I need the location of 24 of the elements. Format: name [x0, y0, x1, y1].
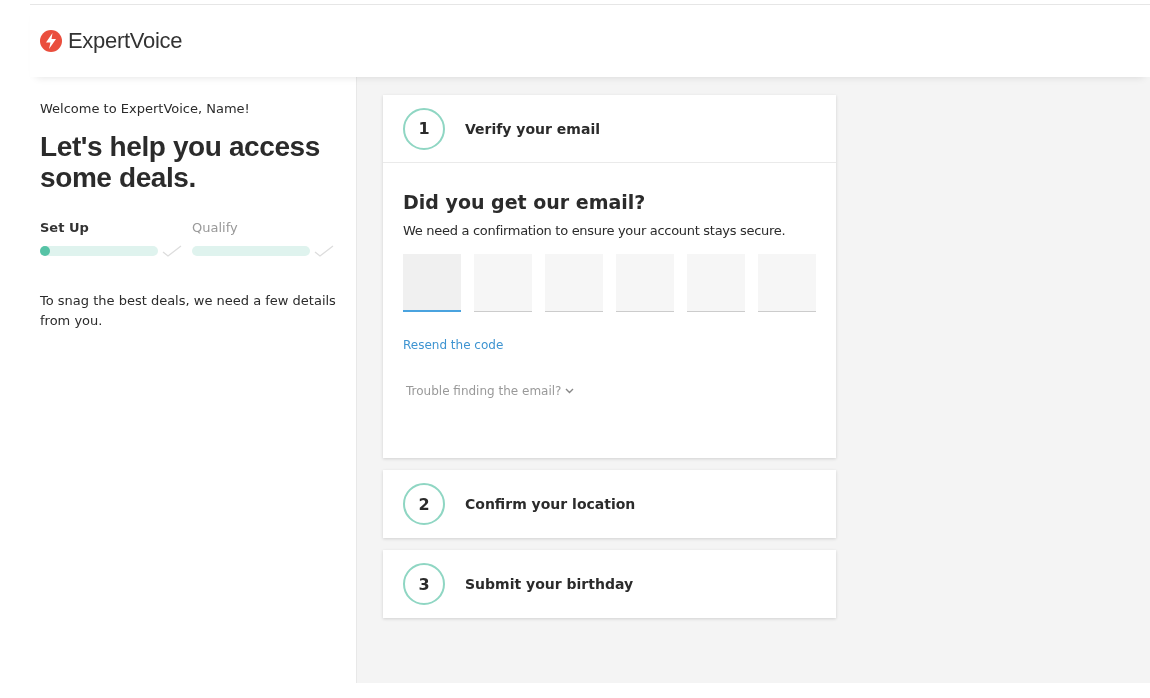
code-input[interactable]: [758, 254, 816, 312]
verify-heading: Did you get our email?: [403, 191, 647, 213]
welcome-text: Welcome to ExpertVoice, Name!: [40, 101, 251, 116]
step-number: 3: [403, 563, 445, 605]
check-icon: [162, 244, 182, 257]
lightning-logo-icon: [40, 30, 62, 52]
progress-label: Set Up: [40, 219, 90, 235]
code-input[interactable]: [616, 254, 674, 312]
step-number: 2: [403, 483, 445, 525]
code-input[interactable]: [474, 254, 532, 312]
page-heading: Let's help you access some deals.: [40, 132, 321, 194]
code-input[interactable]: [687, 254, 745, 312]
check-icon: [314, 244, 334, 257]
step-number: 1: [403, 107, 445, 150]
code-input[interactable]: [403, 254, 461, 312]
chevron-down-icon: [565, 388, 575, 394]
verify-text: We need a confirmation to ensure your account stays secure.: [403, 223, 787, 238]
brand-name: ExpertVoice: [68, 28, 183, 54]
step-title[interactable]: Verify your email: [465, 120, 600, 137]
progress-label: Qualify: [192, 219, 239, 235]
intro-text: To snag the best deals, we need a few details from you.: [40, 291, 336, 330]
step-title[interactable]: Confirm your location: [465, 496, 636, 512]
code-input[interactable]: [545, 254, 603, 312]
step-title[interactable]: Submit your birthday: [465, 576, 634, 592]
